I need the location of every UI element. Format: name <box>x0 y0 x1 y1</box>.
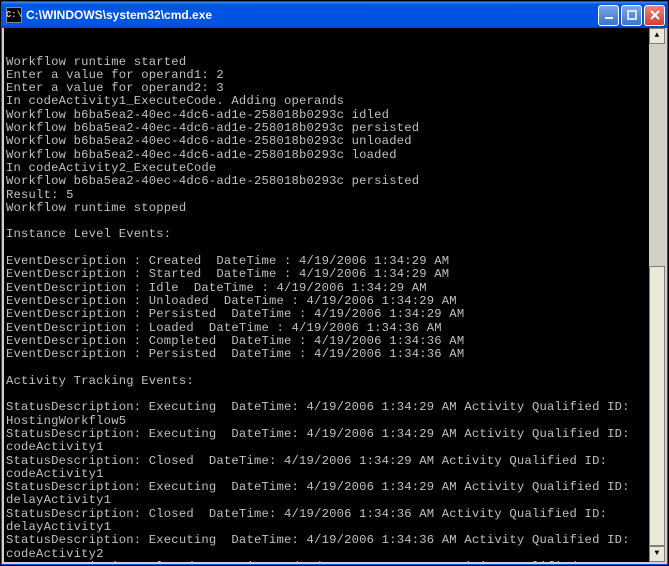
window-title: C:\WINDOWS\system32\cmd.exe <box>26 8 598 22</box>
maximize-button[interactable] <box>621 5 642 26</box>
console-area[interactable]: Workflow runtime started Enter a value f… <box>2 28 667 564</box>
close-button[interactable] <box>644 5 665 26</box>
cmd-window: C:\ C:\WINDOWS\system32\cmd.exe Workflow… <box>1 1 668 565</box>
cmd-icon: C:\ <box>6 7 22 23</box>
console-output: Workflow runtime started Enter a value f… <box>6 56 663 564</box>
window-controls <box>598 5 665 26</box>
scroll-down-button[interactable]: ▼ <box>649 546 665 562</box>
scrollbar-track[interactable] <box>649 44 665 546</box>
vertical-scrollbar[interactable]: ▲ ▼ <box>649 28 665 562</box>
titlebar[interactable]: C:\ C:\WINDOWS\system32\cmd.exe <box>2 2 667 28</box>
minimize-button[interactable] <box>598 5 619 26</box>
scroll-up-button[interactable]: ▲ <box>649 28 665 44</box>
scrollbar-thumb[interactable] <box>649 266 665 546</box>
